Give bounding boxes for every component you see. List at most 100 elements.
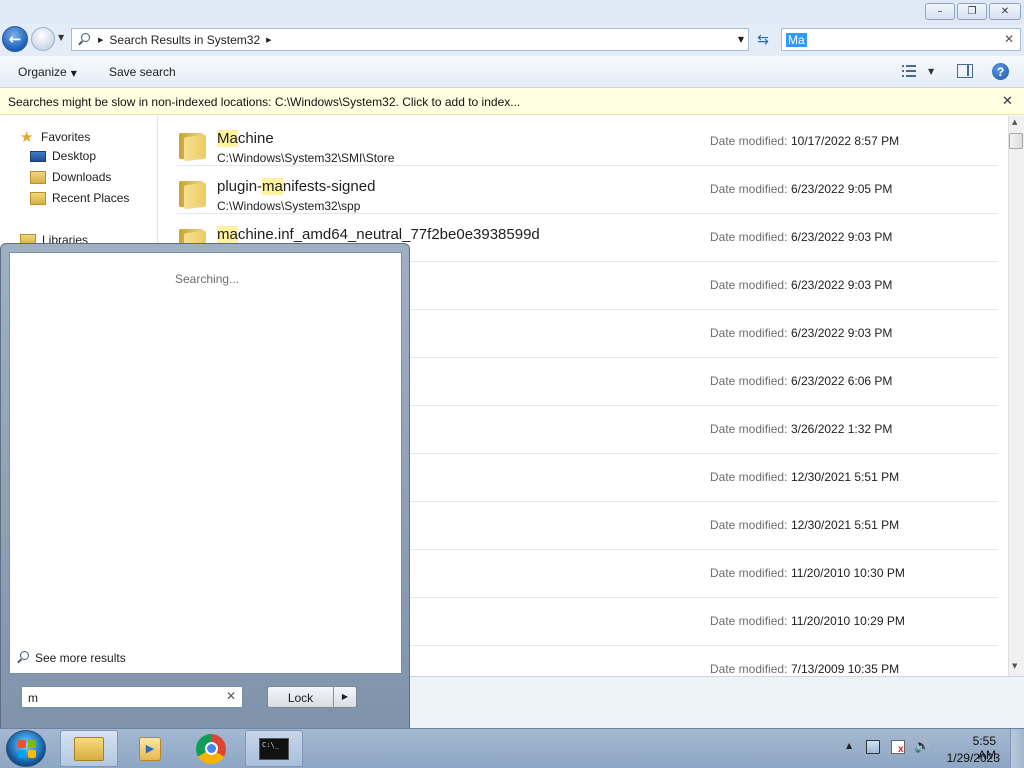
date-modified-value: 10/17/2022 8:57 PM (791, 134, 900, 148)
date-modified-label: Date modified: (710, 422, 788, 436)
save-search-button[interactable]: Save search (109, 65, 176, 79)
chrome-icon (196, 733, 226, 764)
date-modified-label: Date modified: (710, 230, 788, 244)
clear-search-icon[interactable]: ✕ (1004, 32, 1014, 46)
windows-logo-icon (28, 740, 36, 748)
taskbar-windows-explorer[interactable] (60, 730, 118, 767)
date-modified-label: Date modified: (710, 614, 788, 628)
show-desktop-button[interactable] (1010, 729, 1024, 768)
date-modified-value: 7/13/2009 10:35 PM (791, 662, 900, 676)
address-bar[interactable]: ▶ Search Results in System32 ▶ ▼ (71, 28, 749, 51)
breadcrumb-chevron-icon[interactable]: ▶ (98, 36, 103, 44)
scroll-down-icon[interactable]: ▼ (1012, 662, 1017, 670)
result-name-prefix: plugin- (217, 178, 263, 195)
breadcrumb-chevron-icon[interactable]: ▶ (266, 36, 271, 44)
taskbar-chrome[interactable] (182, 730, 240, 767)
preview-pane-icon[interactable] (957, 64, 973, 78)
windows-logo-icon (18, 750, 26, 758)
nav-item-desktop[interactable]: Desktop (30, 149, 96, 163)
date-modified-label: Date modified: (710, 470, 788, 484)
shutdown-options-arrow-icon[interactable]: ▶ (334, 687, 356, 707)
media-player-icon: ▶ (139, 736, 161, 761)
close-window-button[interactable]: ✕ (989, 3, 1021, 20)
date-modified-value: 6/23/2022 9:05 PM (791, 182, 893, 196)
view-options-chevron-icon[interactable]: ▼ (928, 67, 934, 76)
date-modified-value: 6/23/2022 9:03 PM (791, 230, 893, 244)
result-name[interactable]: plugin-manifests-signed (217, 178, 375, 195)
date-modified-label: Date modified: (710, 326, 788, 340)
result-name[interactable]: Machine (217, 130, 274, 147)
search-input-value: Ma (786, 32, 807, 47)
breadcrumb-search-results[interactable]: Search Results in System32 (109, 33, 260, 47)
taskbar-media-player[interactable]: ▶ (121, 730, 179, 767)
date-modified-value: 11/20/2010 10:30 PM (791, 566, 905, 580)
index-info-bar[interactable]: Searches might be slow in non-indexed lo… (0, 88, 1024, 115)
search-icon (78, 32, 92, 47)
taskbar-command-prompt[interactable]: C:\_ (245, 730, 303, 767)
clear-search-icon[interactable]: ✕ (226, 689, 236, 703)
date-modified-value: 6/23/2022 9:03 PM (791, 278, 893, 292)
lock-button-label[interactable]: Lock (268, 687, 334, 707)
date-modified-label: Date modified: (710, 134, 788, 148)
help-icon[interactable]: ? (992, 63, 1009, 80)
search-input[interactable]: Ma ✕ (781, 28, 1021, 51)
recent-places-icon (30, 191, 46, 205)
command-bar: Organize ▼ Save search ▼ ? (0, 56, 1024, 88)
lock-button[interactable]: Lock ▶ (267, 686, 357, 708)
refresh-icon[interactable]: ⇆ (752, 29, 774, 51)
navigation-bar: ← ▼ ▶ Search Results in System32 ▶ ▼ ⇆ M… (0, 24, 1024, 56)
forward-button[interactable] (31, 27, 55, 51)
result-path: C:\Windows\System32\SMI\Store (217, 151, 395, 165)
action-center-icon[interactable] (891, 740, 905, 755)
folder-icon (179, 130, 207, 162)
see-more-results-label: See more results (35, 651, 126, 665)
volume-icon[interactable]: 🔊 (914, 739, 930, 754)
date-modified-label: Date modified: (710, 374, 788, 388)
nav-item-recent-places[interactable]: Recent Places (30, 191, 129, 205)
result-name-suffix: chine (237, 130, 274, 147)
scrollbar-thumb[interactable] (1009, 133, 1023, 149)
start-search-status: Searching... (175, 272, 240, 286)
start-menu-results-panel (9, 252, 402, 674)
nav-item-label: Desktop (52, 149, 97, 163)
result-name[interactable]: machine.inf_amd64_neutral_77f2be0e393859… (217, 226, 540, 243)
date-modified-label: Date modified: (710, 182, 788, 196)
recent-pages-dropdown[interactable]: ▼ (58, 33, 64, 42)
date-modified-value: 12/30/2021 5:51 PM (791, 470, 900, 484)
result-row[interactable]: Machine C:\Windows\System32\SMI\Store Date… (177, 118, 998, 166)
maximize-button[interactable]: ❐ (957, 3, 987, 20)
scroll-up-icon[interactable]: ▲ (1012, 118, 1017, 126)
network-icon[interactable] (866, 740, 880, 754)
star-icon: ★ (20, 128, 34, 146)
result-name-match-highlight: ma (262, 178, 283, 195)
date-modified-value: 6/23/2022 9:03 PM (791, 326, 893, 340)
result-name-suffix: nifests-signed (282, 178, 376, 195)
see-more-results-link[interactable]: See more results (17, 651, 126, 665)
windows-logo-icon (18, 740, 26, 748)
clock-date[interactable]: 1/29/2023 (946, 751, 1000, 765)
nav-item-label: Recent Places (52, 191, 130, 205)
address-dropdown-icon[interactable]: ▼ (738, 35, 744, 44)
start-button[interactable] (6, 730, 46, 767)
minimize-button[interactable]: – (925, 3, 955, 20)
desktop-icon (30, 150, 46, 162)
date-modified-value: 6/23/2022 6:06 PM (791, 374, 893, 388)
info-bar-message[interactable]: Searches might be slow in non-indexed lo… (8, 95, 520, 109)
chevron-down-icon: ▼ (70, 69, 77, 78)
vertical-scrollbar[interactable] (1008, 116, 1024, 676)
nav-item-label: Downloads (52, 170, 112, 184)
show-hidden-icons-icon[interactable]: ▲ (846, 741, 852, 750)
result-row[interactable]: plugin-manifests-signed C:\Windows\System… (177, 166, 998, 214)
organize-button[interactable]: Organize ▼ (18, 65, 77, 79)
close-icon[interactable]: ✕ (1002, 94, 1013, 109)
back-button[interactable]: ← (2, 26, 28, 52)
nav-favorites[interactable]: ★ Favorites (20, 128, 90, 146)
result-name-match-highlight: ma (217, 226, 238, 243)
start-search-input[interactable]: m (21, 686, 243, 708)
change-view-icon[interactable] (902, 65, 916, 78)
nav-item-downloads[interactable]: Downloads (30, 170, 111, 184)
date-modified-label: Date modified: (710, 566, 788, 580)
command-prompt-icon: C:\_ (259, 737, 289, 760)
date-modified-label: Date modified: (710, 518, 788, 532)
date-modified-label: Date modified: (710, 278, 788, 292)
